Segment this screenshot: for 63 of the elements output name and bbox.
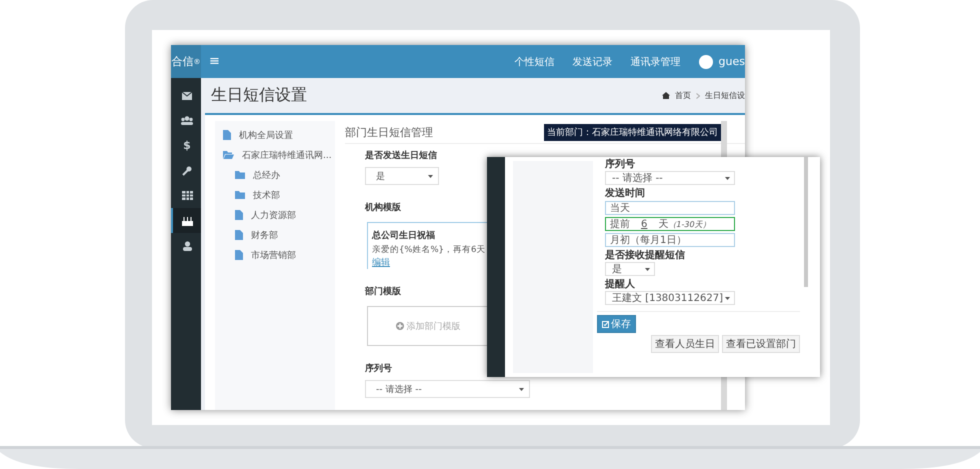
app-logo: 合信$^{®}$ (171, 45, 201, 78)
folder-icon (223, 151, 234, 159)
menu-icon[interactable]: ≡ (209, 54, 220, 69)
field-label: 部门模版 (365, 285, 401, 298)
home-icon (662, 92, 670, 99)
tree-item[interactable]: 市场营销部 (215, 245, 335, 265)
current-department-badge: 当前部门：石家庄瑞特维通讯网络有限公司 (544, 124, 721, 140)
folder-icon (235, 171, 245, 179)
select-field[interactable]: 王建文 [13803112627] (605, 291, 735, 305)
users-icon (181, 116, 193, 125)
cake-icon (182, 216, 192, 226)
save-button[interactable]: 保存 (597, 315, 636, 333)
edit-icon (602, 320, 609, 328)
chevron-icon (696, 92, 700, 98)
caret-icon (725, 296, 730, 300)
tree-item[interactable]: 技术部 (215, 185, 335, 205)
time-option[interactable]: 月初（每月1日） (605, 233, 735, 247)
caret-icon (428, 174, 433, 178)
file-icon (223, 130, 231, 140)
mail-icon (182, 92, 192, 100)
tree-item[interactable]: 机构全局设置 (215, 125, 335, 145)
time-option[interactable]: 当天 (605, 201, 735, 215)
field-label: 机构模版 (365, 202, 401, 214)
sidebar-item[interactable]: $ (171, 133, 201, 158)
edit-link[interactable]: 编辑 (372, 256, 390, 269)
field-label: 提醒人 (605, 279, 635, 290)
field-label: 序列号 (365, 362, 392, 375)
select-field[interactable]: 是 (365, 167, 439, 185)
caret-icon (519, 388, 524, 390)
select-field[interactable]: 是 (605, 262, 655, 276)
view-button[interactable]: 查看人员生日 (651, 335, 719, 353)
wrench-icon (182, 166, 192, 176)
nav-link[interactable]: 发送记录 (572, 54, 613, 68)
field-label: 序列号 (605, 159, 635, 170)
table-icon (182, 191, 192, 200)
select-field[interactable]: -- 请选择 -- (605, 171, 735, 185)
time-option[interactable]: 提前 6 天（1-30天） (605, 217, 735, 231)
tree-item[interactable]: 人力资源部 (215, 205, 335, 225)
caret-icon (725, 176, 730, 180)
field-label: 发送时间 (605, 188, 645, 199)
nav-link[interactable]: 通讯录管理 (630, 54, 681, 68)
plus-circle-icon (396, 322, 404, 330)
tree-item[interactable]: 总经办 (215, 165, 335, 185)
view-button[interactable]: 查看已设置部门 (722, 335, 800, 353)
tree-item[interactable]: 财务部 (215, 225, 335, 245)
panel-title: 部门生日短信管理 (345, 124, 433, 140)
tree-item[interactable]: 石家庄瑞特维通讯网... (215, 145, 335, 165)
caret-icon (645, 268, 650, 270)
template-text: 亲爱的{%姓名%}，再有6天 (372, 244, 486, 256)
user-icon (182, 240, 192, 250)
select-field[interactable]: -- 请选择 -- (365, 380, 530, 398)
page-title: 生日短信设置 (211, 85, 307, 106)
scrollbar[interactable] (804, 157, 808, 287)
sidebar-item[interactable] (171, 208, 201, 233)
nav-link[interactable]: 个性短信 (514, 54, 555, 68)
template-title: 总公司生日祝福 (372, 229, 435, 242)
field-label: 是否接收提醒短信 (605, 250, 685, 261)
folder-icon (235, 191, 245, 199)
field-label: 是否发送生日短信 (365, 149, 437, 162)
breadcrumb-link[interactable]: 生日短信设 (705, 90, 745, 101)
avatar[interactable] (698, 54, 713, 68)
breadcrumb-link[interactable]: 首页 (675, 90, 691, 101)
user-name[interactable]: gues (718, 55, 745, 68)
